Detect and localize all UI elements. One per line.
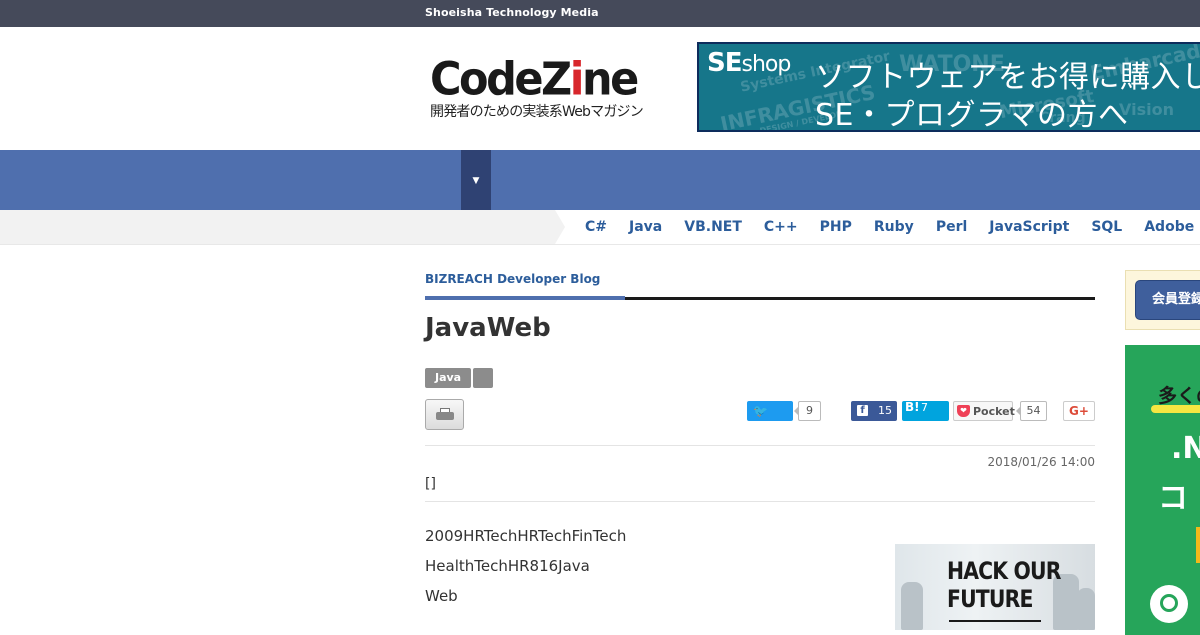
article-category[interactable]: BIZREACH Developer Blog bbox=[425, 272, 600, 286]
article-paragraph: HealthTechHR816Java bbox=[425, 557, 590, 575]
twitter-share-count: 9 bbox=[794, 401, 821, 421]
member-register-box: 会員登録 bbox=[1125, 270, 1200, 330]
seshop-ad-banner[interactable]: Systems Integrator INFRAGISTICS DESIGN /… bbox=[697, 42, 1200, 132]
hatena-icon: B! bbox=[905, 400, 920, 414]
network-brand-link[interactable]: Shoeisha Technology Media bbox=[425, 6, 599, 19]
article-paragraph: Web bbox=[425, 587, 458, 605]
twitter-bird-icon: 🐦 bbox=[753, 404, 768, 418]
lang-link-sql[interactable]: SQL bbox=[1091, 219, 1122, 235]
publish-date: 2018/01/26 14:00 bbox=[987, 455, 1095, 469]
main-navigation: ▼ bbox=[0, 150, 1200, 210]
banner-headline-2: SE・プログラマの方へ bbox=[815, 98, 1129, 132]
divider bbox=[425, 501, 1095, 502]
lang-link-php[interactable]: PHP bbox=[820, 219, 852, 235]
category-rule bbox=[625, 297, 1095, 300]
language-nav: C# Java VB.NET C++ PHP Ruby Perl JavaScr… bbox=[0, 210, 1200, 245]
facebook-icon: f bbox=[857, 405, 868, 416]
image-caption: HACK OUR FUTURE bbox=[947, 557, 1061, 613]
language-links: C# Java VB.NET C++ PHP Ruby Perl JavaScr… bbox=[585, 210, 1200, 244]
lang-link-javascript[interactable]: JavaScript bbox=[989, 219, 1069, 235]
highlight-stroke bbox=[1151, 405, 1200, 413]
lang-link-vbnet[interactable]: VB.NET bbox=[684, 219, 742, 235]
tag-empty[interactable] bbox=[473, 368, 493, 388]
lang-link-perl[interactable]: Perl bbox=[936, 219, 967, 235]
logo-wordmark: CodeZine bbox=[430, 53, 639, 107]
member-register-button[interactable]: 会員登録 bbox=[1135, 280, 1200, 320]
hatena-bookmark-count: 7 bbox=[921, 401, 928, 414]
pocket-icon: ❤ bbox=[957, 405, 970, 417]
site-header: CodeZine 開発者のための実装系Webマガジン Systems Integ… bbox=[0, 27, 1200, 150]
article-image: HACK OUR FUTURE bbox=[895, 544, 1095, 630]
sidebar-ad-accent bbox=[1196, 527, 1200, 563]
nav-dropdown-toggle[interactable]: ▼ bbox=[461, 150, 491, 210]
category-rule-accent bbox=[425, 296, 625, 300]
lang-link-java[interactable]: Java bbox=[629, 219, 662, 235]
top-bar: Shoeisha Technology Media bbox=[0, 0, 1200, 27]
sidebar-ad-text: 多くの bbox=[1158, 385, 1200, 407]
author-credit: [] bbox=[425, 476, 436, 492]
lang-link-csharp[interactable]: C# bbox=[585, 219, 607, 235]
sidebar-ad[interactable]: 多くの .N コ bbox=[1125, 345, 1200, 635]
tag-java[interactable]: Java bbox=[425, 368, 472, 388]
article-paragraph: 2009HRTechHRTechFinTech bbox=[425, 527, 627, 545]
language-nav-spacer bbox=[0, 210, 555, 244]
printer-icon bbox=[436, 408, 454, 422]
pocket-save-button[interactable]: ❤ Pocket bbox=[953, 401, 1015, 421]
divider bbox=[425, 445, 1095, 446]
hatena-bookmark-button[interactable]: B! 7 bbox=[902, 400, 949, 421]
seshop-logo: SEshop bbox=[707, 48, 791, 78]
language-nav-arrow bbox=[555, 210, 565, 244]
chevron-down-icon: ▼ bbox=[472, 176, 480, 186]
lang-link-cpp[interactable]: C++ bbox=[764, 219, 798, 235]
facebook-share-button[interactable]: f 15 bbox=[851, 401, 897, 421]
lang-link-adobe[interactable]: Adobe bbox=[1144, 219, 1194, 235]
lang-link-ruby[interactable]: Ruby bbox=[874, 219, 914, 235]
brand-logo-icon bbox=[1150, 585, 1188, 623]
twitter-share-button[interactable]: 🐦 bbox=[747, 401, 793, 421]
google-plus-share-button[interactable]: G+ bbox=[1063, 401, 1095, 421]
page-title: JavaWeb bbox=[425, 313, 551, 343]
sidebar-ad-text: .N bbox=[1171, 431, 1200, 466]
site-logo[interactable]: CodeZine 開発者のための実装系Webマガジン bbox=[430, 53, 644, 121]
pocket-count: 54 bbox=[1016, 401, 1047, 421]
facebook-share-count: 15 bbox=[878, 404, 892, 417]
sidebar-ad-text: コ bbox=[1158, 481, 1188, 516]
pocket-label: Pocket bbox=[973, 405, 1015, 418]
print-button[interactable] bbox=[425, 399, 464, 430]
